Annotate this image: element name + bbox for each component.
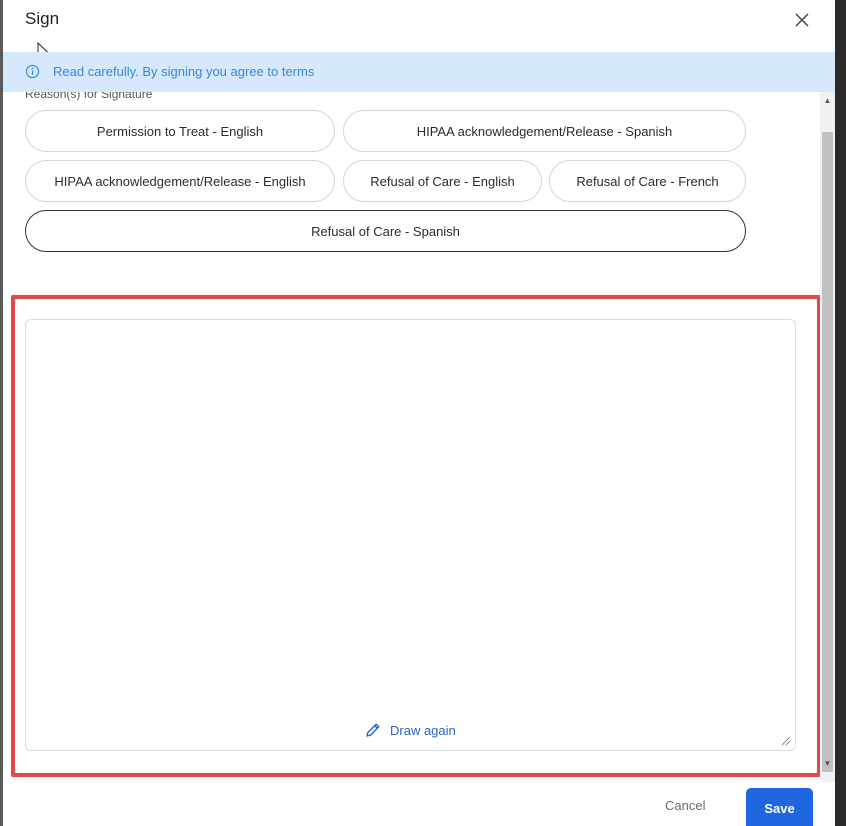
draw-again-button[interactable]: Draw again bbox=[364, 721, 456, 739]
reason-chip-refusal-french[interactable]: Refusal of Care - French bbox=[549, 160, 746, 202]
reason-chip-refusal-english[interactable]: Refusal of Care - English bbox=[343, 160, 542, 202]
scrollbar-thumb[interactable] bbox=[822, 132, 833, 772]
dialog-header: Sign bbox=[3, 0, 835, 60]
dialog-footer: Cancel Save bbox=[3, 782, 835, 826]
reason-chip-refusal-spanish[interactable]: Refusal of Care - Spanish bbox=[25, 210, 746, 252]
dialog-body: Reason(s) for Signature Permission to Tr… bbox=[3, 92, 835, 782]
cancel-button[interactable]: Cancel bbox=[665, 798, 705, 813]
reasons-label: Reason(s) for Signature bbox=[25, 92, 153, 101]
save-button[interactable]: Save bbox=[746, 788, 813, 826]
dialog-title: Sign bbox=[25, 9, 60, 28]
close-button[interactable] bbox=[791, 9, 813, 31]
banner-text: Read carefully. By signing you agree to … bbox=[53, 64, 315, 79]
signature-pad[interactable]: Draw again bbox=[25, 319, 796, 751]
background-edge bbox=[835, 0, 846, 826]
sign-dialog: Sign Read carefully. By signing you agre… bbox=[3, 0, 835, 826]
reason-chip-hipaa-spanish[interactable]: HIPAA acknowledgement/Release - Spanish bbox=[343, 110, 746, 152]
scroll-down-icon[interactable]: ▼ bbox=[823, 759, 832, 768]
pencil-icon bbox=[366, 723, 380, 737]
scrollbar[interactable]: ▲ ▼ bbox=[820, 92, 835, 782]
info-banner: Read carefully. By signing you agree to … bbox=[3, 52, 835, 92]
close-icon bbox=[795, 13, 809, 27]
draw-again-label: Draw again bbox=[390, 722, 456, 738]
resize-grip-icon[interactable] bbox=[779, 734, 791, 746]
scroll-up-icon[interactable]: ▲ bbox=[823, 96, 832, 105]
reason-chip-permission-to-treat-english[interactable]: Permission to Treat - English bbox=[25, 110, 335, 152]
info-icon bbox=[25, 64, 40, 79]
reason-chip-hipaa-english[interactable]: HIPAA acknowledgement/Release - English bbox=[25, 160, 335, 202]
